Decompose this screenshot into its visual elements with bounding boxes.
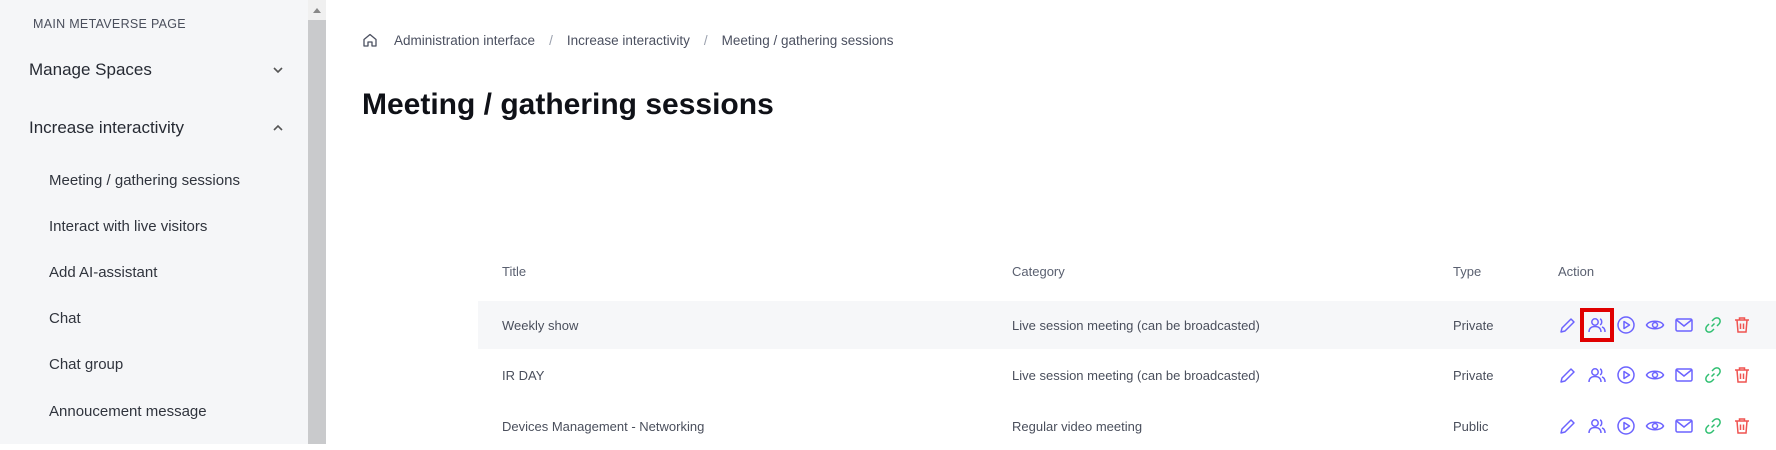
breadcrumb-separator: / <box>549 32 553 48</box>
play-icon[interactable] <box>1616 315 1636 335</box>
breadcrumb-link-admin[interactable]: Administration interface <box>394 33 535 48</box>
sidebar-item-announcement[interactable]: Annoucement message <box>49 403 207 420</box>
email-icon[interactable] <box>1674 365 1694 385</box>
sidebar-item-meeting-sessions[interactable]: Meeting / gathering sessions <box>49 172 240 189</box>
column-header-action: Action <box>1558 264 1595 279</box>
row-category: Live session meeting (can be broadcasted… <box>1012 317 1260 333</box>
column-header-category: Category <box>1012 264 1065 279</box>
sidebar-item-chat-group[interactable]: Chat group <box>49 356 123 373</box>
chevron-down-icon <box>273 67 283 74</box>
delete-icon[interactable] <box>1732 365 1752 385</box>
participants-icon[interactable] <box>1587 416 1607 436</box>
table-row: IR DAY Live session meeting (can be broa… <box>478 351 1776 399</box>
sidebar-group-manage-spaces[interactable]: Manage Spaces <box>29 60 285 80</box>
row-actions <box>1558 351 1761 399</box>
table-row: Weekly show Live session meeting (can be… <box>478 301 1776 349</box>
row-category: Live session meeting (can be broadcasted… <box>1012 367 1260 383</box>
sidebar: MAIN METAVERSE PAGE Manage Spaces Increa… <box>0 0 308 444</box>
sidebar-item-ai-assistant[interactable]: Add AI-assistant <box>49 264 157 281</box>
sidebar-group-label: Manage Spaces <box>29 60 152 79</box>
participants-icon[interactable] <box>1587 365 1607 385</box>
view-icon[interactable] <box>1645 416 1665 436</box>
row-category: Regular video meeting <box>1012 418 1143 434</box>
breadcrumb-link-interactivity[interactable]: Increase interactivity <box>567 33 690 48</box>
email-icon[interactable] <box>1674 416 1694 436</box>
play-icon[interactable] <box>1616 416 1636 436</box>
sidebar-section-label: MAIN METAVERSE PAGE <box>33 17 186 31</box>
row-title: IR DAY <box>502 367 545 383</box>
edit-icon[interactable] <box>1558 315 1578 335</box>
breadcrumb-separator: / <box>703 32 708 48</box>
chevron-up-icon <box>273 124 283 131</box>
email-icon[interactable] <box>1674 315 1694 335</box>
link-icon[interactable] <box>1703 416 1723 436</box>
view-icon[interactable] <box>1645 365 1665 385</box>
column-header-title: Title <box>502 264 527 279</box>
sidebar-group-increase-interactivity[interactable]: Increase interactivity <box>29 118 285 138</box>
sidebar-item-live-visitors[interactable]: Interact with live visitors <box>49 218 207 235</box>
delete-icon[interactable] <box>1732 416 1752 436</box>
scroll-up-arrow-icon <box>313 8 321 13</box>
row-actions <box>1558 301 1761 349</box>
row-type: Public <box>1453 418 1489 434</box>
view-icon[interactable] <box>1645 315 1665 335</box>
breadcrumb: Administration interface / Increase inte… <box>362 32 894 48</box>
row-title: Devices Management - Networking <box>502 418 705 434</box>
sidebar-item-chat[interactable]: Chat <box>49 310 81 327</box>
column-header-type: Type <box>1453 264 1482 279</box>
link-icon[interactable] <box>1703 365 1723 385</box>
sidebar-group-label: Increase interactivity <box>29 118 184 137</box>
edit-icon[interactable] <box>1558 416 1578 436</box>
row-type: Private <box>1453 317 1494 333</box>
breadcrumb-current: Meeting / gathering sessions <box>721 32 894 48</box>
scroll-up-button[interactable] <box>308 0 326 20</box>
participants-icon[interactable] <box>1580 308 1614 342</box>
row-type: Private <box>1453 367 1494 383</box>
row-actions <box>1558 402 1761 450</box>
edit-icon[interactable] <box>1558 365 1578 385</box>
delete-icon[interactable] <box>1732 315 1752 335</box>
sidebar-scrollbar[interactable] <box>308 0 326 444</box>
row-title: Weekly show <box>502 317 579 333</box>
main-content: Administration interface / Increase inte… <box>326 0 1776 444</box>
home-icon[interactable] <box>362 32 378 48</box>
page-title: Meeting / gathering sessions <box>362 88 774 121</box>
link-icon[interactable] <box>1703 315 1723 335</box>
play-icon[interactable] <box>1616 365 1636 385</box>
table-row: Devices Management - Networking Regular … <box>478 402 1776 450</box>
